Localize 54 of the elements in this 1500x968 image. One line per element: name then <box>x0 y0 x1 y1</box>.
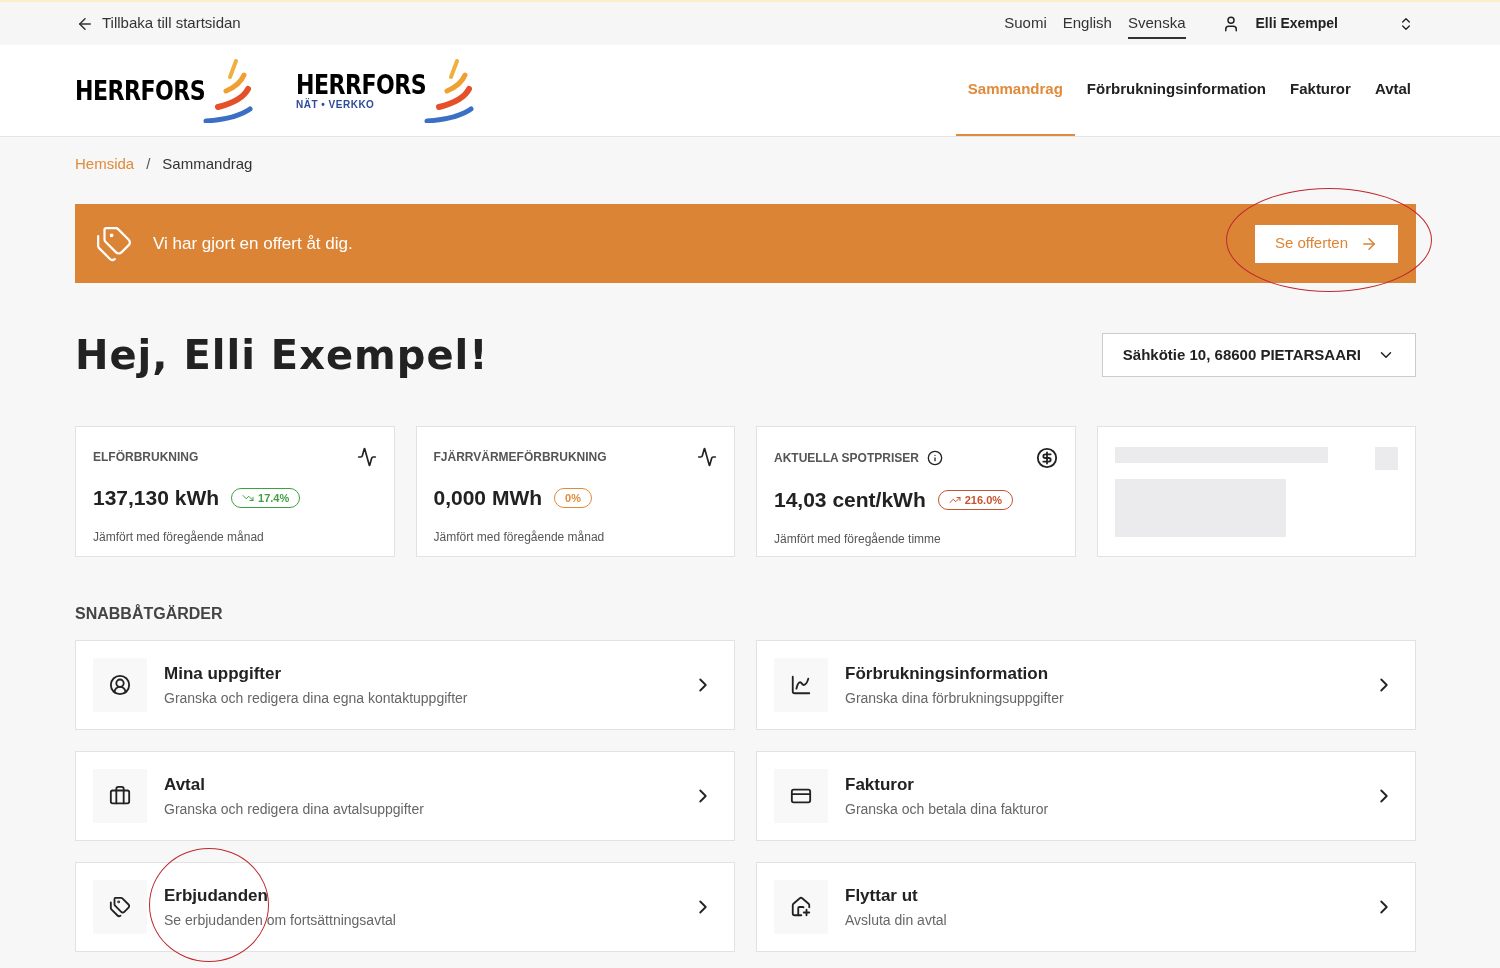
language-link[interactable]: Suomi <box>1004 12 1047 39</box>
house-icon <box>790 896 812 918</box>
action-title: Fakturor <box>845 773 915 796</box>
metric-title: FJÄRRVÄRMEFÖRBRUKNING <box>433 449 607 466</box>
metric-note: Jämfört med föregående timme <box>774 530 942 548</box>
action-title: Förbrukningsinformation <box>845 662 1050 685</box>
language-link[interactable]: Svenska <box>1127 12 1186 39</box>
user-icon <box>109 674 131 696</box>
nav-tab[interactable]: Avtal <box>1362 45 1423 136</box>
quick-action-card[interactable]: Flyttar ut Avsluta din avtal <box>756 862 1416 952</box>
quick-action-card[interactable]: Erbjudanden Se erbjudanden om fortsättningsavtal <box>75 862 735 952</box>
back-link[interactable]: Tillbaka till startsidan <box>76 12 241 35</box>
action-title: Avtal <box>164 773 206 796</box>
action-description: Granska dina förbrukningsuppgifter <box>845 689 1064 709</box>
action-title: Erbjudanden <box>164 884 269 907</box>
logo-subtitle: NÄT • VERKKO <box>296 99 376 110</box>
metric-title: ELFÖRBRUKNING <box>93 449 199 466</box>
action-title: Mina uppgifter <box>164 662 283 685</box>
metric-note: Jämfört med föregående månad <box>433 528 606 546</box>
quick-action-card[interactable]: Förbrukningsinformation Granska dina förbrukningsuppgifter <box>756 640 1416 730</box>
metric-value: 14,03 cent/kWh <box>774 487 926 513</box>
quick-action-card[interactable]: Mina uppgifter Granska och redigera dina egna kontaktuppgifter <box>75 640 735 730</box>
nav-tab[interactable]: Förbrukningsinformation <box>1074 45 1279 136</box>
metric-value: 137,130 kWh <box>93 485 220 511</box>
action-description: Granska och betala dina fakturor <box>845 800 1049 820</box>
action-description: Se erbjudanden om fortsättningsavtal <box>164 911 396 931</box>
tags-icon <box>109 896 131 918</box>
metric-title: AKTUELLA SPOTPRISER <box>774 450 919 467</box>
tags-icon <box>95 224 133 263</box>
section-heading: SNABBÅTGÄRDER <box>75 603 224 624</box>
logo-wordmark: HERRFORS <box>75 77 206 104</box>
breadcrumb-separator: / <box>146 153 151 174</box>
metric-value: 0,000 MWh <box>433 485 543 511</box>
quick-action-card[interactable]: Avtal Granska och redigera dina avtalsuppgifter <box>75 751 735 841</box>
breadcrumb-current: Sammandrag <box>162 153 253 174</box>
briefcase-icon <box>109 785 131 807</box>
address-select[interactable]: Sähkötie 10, 68600 PIETARSAARI <box>1101 333 1416 377</box>
action-title: Flyttar ut <box>845 884 919 907</box>
logo-wordmark: HERRFORS <box>296 71 426 98</box>
action-description: Granska och redigera dina egna kontaktuppgifter <box>164 689 468 709</box>
action-description: Avsluta din avtal <box>845 911 947 931</box>
chart-icon <box>790 674 812 696</box>
dollar-icon[interactable] <box>1035 447 1058 469</box>
greeting-heading: Hej, Elli Exempel! <box>75 331 489 380</box>
action-description: Granska och redigera dina avtalsuppgifter <box>164 800 424 820</box>
language-link[interactable]: English <box>1062 12 1112 39</box>
company-logo[interactable]: HERRFORS <box>75 58 256 123</box>
user-name[interactable]: Elli Exempel <box>1255 13 1338 34</box>
offer-text: Vi har gjort en offert åt dig. <box>153 232 353 255</box>
info-icon[interactable] <box>926 450 943 466</box>
quick-action-card[interactable]: Fakturor Granska och betala dina fakturor <box>756 751 1416 841</box>
nav-tab[interactable]: Fakturor <box>1278 45 1363 136</box>
metric-note: Jämfört med föregående månad <box>93 528 265 546</box>
company-logo[interactable]: HERRFORS NÄT • VERKKO <box>296 58 477 123</box>
